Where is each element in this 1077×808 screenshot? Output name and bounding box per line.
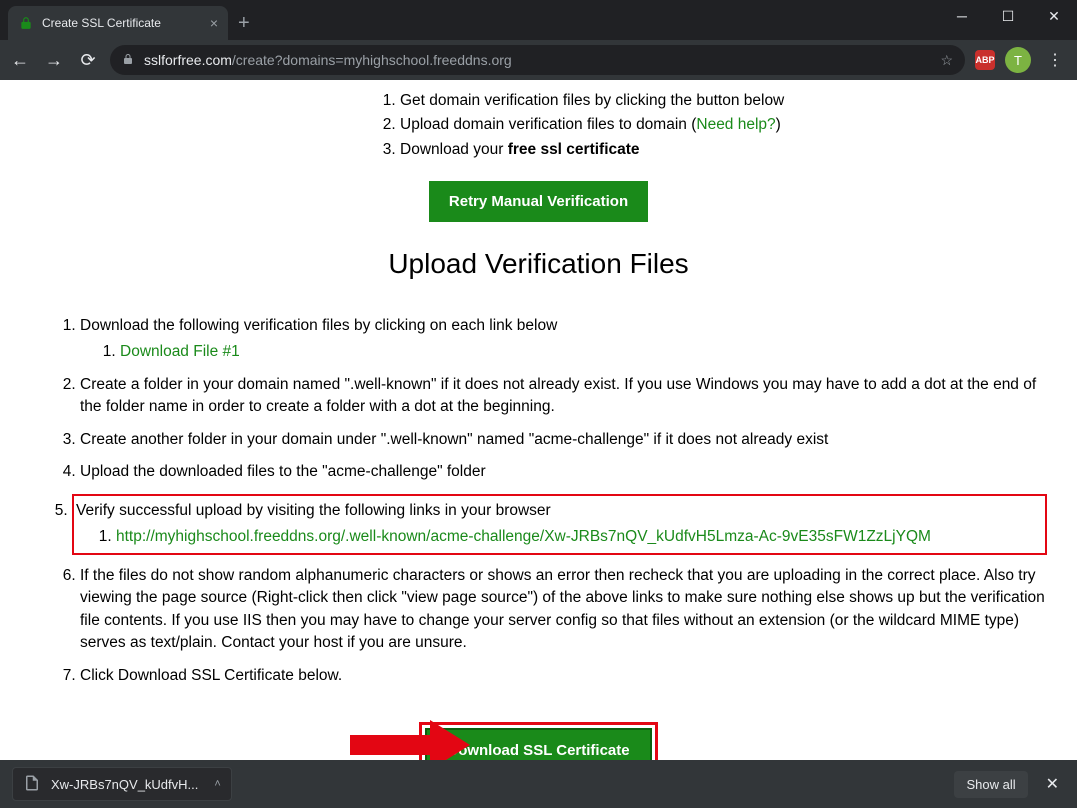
list-item: Upload the downloaded files to the "acme… [80, 461, 1047, 483]
download-shelf: Xw-JRBs7nQV_kUdfvH... ˄ Show all ✕ [0, 760, 1077, 808]
list-item: Download the following verification file… [80, 315, 1047, 364]
maximize-button[interactable]: ☐ [985, 0, 1031, 32]
url-text: sslforfree.com/create?domains=myhighscho… [144, 52, 512, 68]
list-item: Verify successful upload by visiting the… [72, 494, 1047, 555]
close-shelf-button[interactable]: ✕ [1040, 774, 1065, 794]
lock-icon [18, 15, 34, 31]
browser-menu-icon[interactable]: ⋮ [1041, 50, 1069, 70]
list-item: Create a folder in your domain named ".w… [80, 374, 1047, 419]
verification-steps-list: Download the following verification file… [30, 315, 1047, 687]
download-item[interactable]: Xw-JRBs7nQV_kUdfvH... ˄ [12, 767, 232, 801]
need-help-link[interactable]: Need help? [696, 116, 775, 133]
file-icon [23, 774, 41, 795]
close-window-button[interactable]: ✕ [1031, 0, 1077, 32]
list-item: Click Download SSL Certificate below. [80, 665, 1047, 687]
secure-lock-icon [122, 53, 134, 68]
address-bar[interactable]: sslforfree.com/create?domains=myhighscho… [110, 45, 965, 75]
intro-step: Download your free ssl certificate [400, 139, 1047, 161]
intro-steps-list: Get domain verification files by clickin… [30, 90, 1047, 161]
window-titlebar: Create SSL Certificate × + ─ ☐ ✕ [0, 0, 1077, 40]
minimize-button[interactable]: ─ [939, 0, 985, 32]
download-section: Download SSL Certificate I Have My Own C… [30, 722, 1047, 760]
bookmark-star-icon[interactable]: ☆ [940, 52, 953, 69]
tab-close-icon[interactable]: × [210, 15, 218, 31]
window-controls: ─ ☐ ✕ [939, 0, 1077, 34]
browser-toolbar: ← → ⟳ sslforfree.com/create?domains=myhi… [0, 40, 1077, 80]
download-file-link[interactable]: Download File #1 [120, 343, 240, 360]
intro-step: Get domain verification files by clickin… [400, 90, 1047, 112]
forward-button[interactable]: → [42, 50, 66, 71]
download-filename: Xw-JRBs7nQV_kUdfvH... [51, 777, 198, 792]
show-all-downloads-button[interactable]: Show all [954, 771, 1027, 798]
retry-verification-button[interactable]: Retry Manual Verification [429, 181, 648, 222]
tab-title: Create SSL Certificate [42, 16, 161, 30]
reload-button[interactable]: ⟳ [76, 50, 100, 71]
chevron-up-icon[interactable]: ˄ [214, 778, 220, 790]
intro-step: Upload domain verification files to doma… [400, 114, 1047, 136]
browser-tab[interactable]: Create SSL Certificate × [8, 6, 228, 40]
page-content: Get domain verification files by clickin… [0, 80, 1077, 760]
adblock-extension-icon[interactable]: ABP [975, 50, 995, 70]
section-heading: Upload Verification Files [30, 244, 1047, 285]
profile-avatar[interactable]: T [1005, 47, 1031, 73]
page-viewport: Get domain verification files by clickin… [0, 80, 1077, 760]
callout-arrow-icon [350, 720, 470, 760]
back-button[interactable]: ← [8, 50, 32, 71]
list-item: If the files do not show random alphanum… [80, 565, 1047, 655]
new-tab-button[interactable]: + [228, 6, 260, 40]
list-item: Create another folder in your domain und… [80, 429, 1047, 451]
verification-url-link[interactable]: http://myhighschool.freeddns.org/.well-k… [116, 528, 931, 545]
